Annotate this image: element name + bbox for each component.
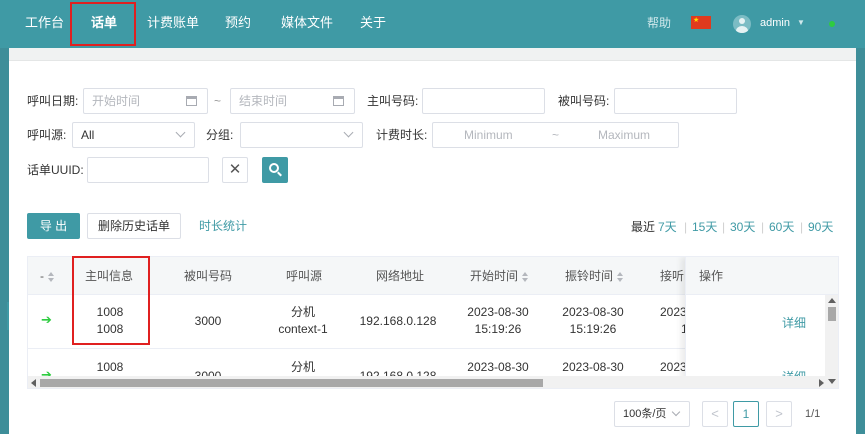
caller-cell: 1008: [96, 360, 124, 374]
scroll-left-icon[interactable]: [31, 379, 36, 387]
sort-icon: [48, 271, 54, 282]
recent-separator: |: [761, 220, 765, 234]
username[interactable]: admin: [760, 0, 790, 46]
action-column-header: 操作: [686, 257, 826, 295]
close-icon: ✕: [228, 161, 242, 178]
uuid-input[interactable]: [87, 157, 209, 183]
current-page-button[interactable]: 1: [733, 401, 759, 427]
column-header-ip: 网络地址: [376, 269, 425, 283]
nav-item-about[interactable]: 关于: [360, 0, 386, 48]
column-header-start-time[interactable]: 开始时间: [470, 257, 529, 295]
recent-15-days[interactable]: 15天: [692, 214, 717, 240]
active-nav-highlight: [70, 2, 136, 46]
column-header-expand[interactable]: -: [40, 257, 54, 295]
left-edge-marker: [7, 302, 9, 330]
recent-7-days[interactable]: 7天: [658, 214, 677, 240]
source-cell: 分机: [290, 360, 315, 374]
calendar-icon: [186, 96, 197, 106]
duration-stats-link[interactable]: 时长统计: [199, 213, 247, 239]
source-cell: 分机 context-1: [278, 305, 328, 336]
recent-separator: |: [800, 220, 804, 234]
vertical-scrollbar[interactable]: [825, 295, 838, 388]
page-size-select[interactable]: 100条/页: [614, 401, 690, 427]
column-header-ring-time[interactable]: 振铃时间: [565, 257, 624, 295]
ring-time-cell: 2023-08-30: [562, 360, 624, 374]
source-select-value: All: [81, 128, 95, 142]
top-navbar: 工作台 话单 计费账单 预约 媒体文件 关于 帮助 ★ admin ▼: [0, 0, 865, 48]
prev-page-button[interactable]: <: [702, 401, 728, 427]
status-dot-icon: [829, 21, 835, 27]
column-header-action: 操作: [699, 269, 724, 283]
start-date-placeholder: 开始时间: [92, 94, 141, 108]
sort-icon: [617, 271, 624, 282]
chevron-down-icon: [175, 127, 186, 138]
vertical-scroll-thumb[interactable]: [828, 307, 836, 321]
callee-label: 被叫号码:: [558, 94, 610, 108]
nav-item-appointment[interactable]: 预约: [225, 0, 251, 48]
help-link[interactable]: 帮助: [647, 0, 671, 46]
caller-column-highlight: [72, 256, 150, 345]
column-header-callee: 被叫号码: [184, 269, 233, 283]
clear-button[interactable]: ✕: [222, 157, 248, 183]
start-date-input[interactable]: 开始时间: [83, 88, 208, 114]
ip-cell: 192.168.0.128: [359, 314, 437, 328]
calendar-icon: [333, 96, 344, 106]
delete-history-button[interactable]: 删除历史话单: [87, 213, 181, 239]
chevron-down-icon: [343, 127, 354, 138]
callee-cell: 3000: [194, 314, 222, 328]
recent-30-days[interactable]: 30天: [730, 214, 755, 240]
scroll-up-icon[interactable]: [828, 298, 836, 303]
chevron-down-icon: [671, 407, 681, 417]
caller-input[interactable]: [422, 88, 545, 114]
end-date-placeholder: 结束时间: [239, 94, 288, 108]
detail-link[interactable]: 详细: [782, 314, 806, 331]
recent-60-days[interactable]: 60天: [769, 214, 794, 240]
start-time-cell: 2023-08-30 15:19:26: [467, 305, 529, 336]
recent-90-days[interactable]: 90天: [808, 214, 833, 240]
source-label: 呼叫源:: [27, 128, 67, 142]
search-button[interactable]: [262, 157, 288, 183]
china-flag-icon[interactable]: ★: [691, 16, 711, 29]
sort-icon: [522, 271, 529, 282]
horizontal-scrollbar[interactable]: [28, 376, 838, 388]
duration-label: 计费时长:: [376, 128, 428, 142]
duration-range-input[interactable]: Minimum ~ Maximum: [432, 122, 679, 148]
horizontal-scroll-thumb[interactable]: [40, 379, 543, 387]
uuid-label: 话单UUID:: [27, 163, 84, 177]
group-select[interactable]: [240, 122, 363, 148]
duration-min-placeholder: Minimum: [464, 128, 513, 142]
column-header-source: 呼叫源: [286, 269, 323, 283]
ring-time-cell: 2023-08-30 15:19:26: [562, 305, 624, 336]
arrow-right-icon[interactable]: ➔: [41, 312, 52, 328]
callee-input[interactable]: [614, 88, 737, 114]
date-range-separator: ~: [214, 94, 222, 108]
call-date-label: 呼叫日期:: [27, 94, 79, 108]
page-total: 1/1: [805, 408, 821, 420]
chevron-down-icon[interactable]: ▼: [797, 0, 805, 46]
duration-range-separator: ~: [552, 128, 560, 142]
avatar[interactable]: [733, 15, 751, 33]
recent-separator: |: [722, 220, 726, 234]
duration-max-placeholder: Maximum: [598, 128, 651, 142]
action-column: 操作 详细 详细: [685, 257, 826, 388]
nav-item-workbench[interactable]: 工作台: [25, 0, 64, 48]
next-page-button[interactable]: >: [766, 401, 792, 427]
panel-header-strip: [9, 48, 856, 61]
recent-separator: |: [684, 220, 688, 234]
nav-item-billing[interactable]: 计费账单: [147, 0, 199, 48]
scroll-right-icon[interactable]: [819, 379, 824, 387]
caller-label: 主叫号码:: [367, 94, 419, 108]
start-time-cell: 2023-08-30: [467, 360, 529, 374]
end-date-input[interactable]: 结束时间: [230, 88, 355, 114]
source-select[interactable]: All: [72, 122, 195, 148]
group-label: 分组:: [206, 128, 234, 142]
recent-label: 最近: [631, 220, 656, 234]
scroll-down-icon[interactable]: [828, 379, 836, 384]
export-button[interactable]: 导 出: [27, 213, 80, 239]
nav-item-media[interactable]: 媒体文件: [281, 0, 333, 48]
